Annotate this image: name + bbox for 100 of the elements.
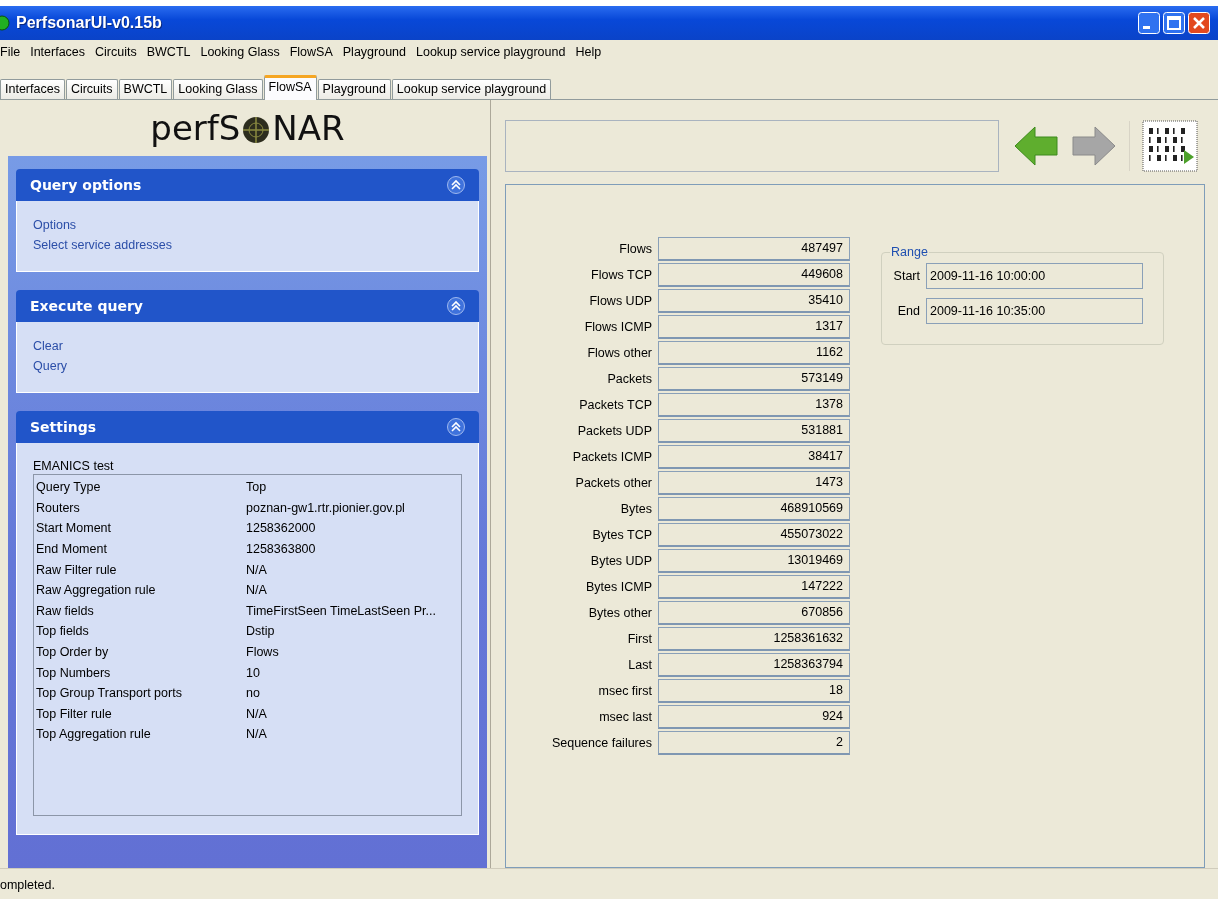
stat-label: msec last <box>598 710 652 724</box>
stat-label: Flows <box>618 242 652 256</box>
stat-value-field: 38417 <box>658 445 850 469</box>
menu-item[interactable]: BWCTL <box>146 45 199 59</box>
task-link[interactable]: Select service addresses <box>33 235 172 255</box>
binary-data-icon[interactable] <box>1142 120 1198 172</box>
stat-value-field: 1473 <box>658 471 850 495</box>
stat-label: Packets UDP <box>576 424 652 438</box>
property-value: N/A <box>246 562 268 577</box>
maximize-icon[interactable] <box>1163 12 1185 34</box>
stat-value-field: 1378 <box>658 393 850 417</box>
property-name: End Moment <box>36 542 108 557</box>
task-link[interactable]: Clear <box>33 336 63 356</box>
stat-value-field: 449608 <box>658 263 850 287</box>
range-label: Start <box>892 269 920 283</box>
perfsonar-logo: perfS NAR <box>150 108 345 148</box>
collapse-icon[interactable] <box>447 176 465 194</box>
stat-label: Flows UDP <box>588 294 652 308</box>
property-name: Top Aggregation rule <box>36 727 152 742</box>
stat-value-field: 924 <box>658 705 850 729</box>
section-header[interactable]: Execute query <box>16 290 479 322</box>
stat-value-field: 455073022 <box>658 523 850 547</box>
property-value: 1258362000 <box>246 521 317 536</box>
stat-value-field: 35410 <box>658 289 850 313</box>
property-name: Top Numbers <box>36 665 112 680</box>
range-label: End <box>896 304 920 318</box>
stat-label: Packets other <box>574 476 652 490</box>
property-name: Query Type <box>36 480 102 495</box>
close-icon[interactable] <box>1188 12 1210 34</box>
menu-item[interactable]: Circuits <box>95 45 145 59</box>
section-title: Query options <box>30 177 143 193</box>
stat-label: Packets TCP <box>578 398 652 412</box>
globe-icon <box>241 115 272 145</box>
menu-item[interactable]: File <box>0 45 29 59</box>
tab[interactable]: Looking Glass <box>173 79 263 99</box>
task-link[interactable]: Query <box>33 356 68 376</box>
property-value: N/A <box>246 706 268 721</box>
stat-value-field: 573149 <box>658 367 850 391</box>
collapse-icon[interactable] <box>447 297 465 315</box>
stat-label: Flows TCP <box>590 268 652 282</box>
stat-value-field: 1258361632 <box>658 627 850 651</box>
stat-label: Flows ICMP <box>583 320 652 334</box>
forward-arrow-icon[interactable] <box>1071 124 1117 168</box>
status-text: ompleted. <box>0 877 55 892</box>
property-value: TimeFirstSeen TimeLastSeen Pr... <box>246 603 437 618</box>
section-header[interactable]: Settings <box>16 411 479 443</box>
menu-item[interactable]: Looking Glass <box>200 45 288 59</box>
property-value: 10 <box>246 665 261 680</box>
task-link[interactable]: Options <box>33 215 77 235</box>
menu-item[interactable]: Interfaces <box>30 45 94 59</box>
tab[interactable]: Playground <box>317 79 391 99</box>
range-title: Range <box>890 245 929 259</box>
stat-value-field: 531881 <box>658 419 850 443</box>
menu-item[interactable]: FlowSA <box>289 45 341 59</box>
minimize-icon[interactable] <box>1138 12 1160 34</box>
stat-label: First <box>626 632 652 646</box>
stat-value-field: 147222 <box>658 575 850 599</box>
property-name: Top Filter rule <box>36 706 113 721</box>
property-value: N/A <box>246 583 268 598</box>
property-value: 1258363800 <box>246 542 317 557</box>
date-field[interactable]: 2009-11-16 10:00:00 <box>926 263 1143 289</box>
stat-value-field: 18 <box>658 679 850 703</box>
stat-value-field: 1258363794 <box>658 653 850 677</box>
property-name: Top fields <box>36 624 90 639</box>
tab[interactable]: Circuits <box>65 79 118 99</box>
tab[interactable]: BWCTL <box>118 79 173 99</box>
stat-value-field: 1162 <box>658 341 850 365</box>
stat-label: Bytes <box>619 502 652 516</box>
collapse-icon[interactable] <box>447 418 465 436</box>
stat-value-field: 2 <box>658 731 850 755</box>
date-field[interactable]: 2009-11-16 10:35:00 <box>926 298 1143 324</box>
back-arrow-icon[interactable] <box>1013 124 1059 168</box>
property-name: Top Order by <box>36 645 110 660</box>
section-header[interactable]: Query options <box>16 169 479 201</box>
tab[interactable]: Lookup service playground <box>391 79 552 99</box>
property-name: Raw Filter rule <box>36 562 118 577</box>
app-icon <box>0 15 10 31</box>
property-value: no <box>246 686 261 701</box>
settings-caption: EMANICS test <box>33 459 115 473</box>
stat-label: Bytes UDP <box>589 554 652 568</box>
property-name: Top Group Transport ports <box>36 686 183 701</box>
property-name: Routers <box>36 500 81 515</box>
stat-value-field: 670856 <box>658 601 850 625</box>
stat-label: Flows other <box>586 346 652 360</box>
section-title: Execute query <box>30 298 144 314</box>
stat-label: Sequence failures <box>550 736 652 750</box>
window-title: PerfsonarUI-v0.15b <box>16 14 162 32</box>
menu-item[interactable]: Lookup service playground <box>416 45 574 59</box>
property-value: Top <box>246 480 268 495</box>
stat-label: Bytes other <box>587 606 652 620</box>
tab[interactable]: Interfaces <box>0 79 65 99</box>
menu-item[interactable]: Help <box>575 45 610 59</box>
property-value: Flows <box>246 645 280 660</box>
tab[interactable]: FlowSA <box>263 75 317 100</box>
property-value: poznan-gw1.rtr.pionier.gov.pl <box>246 500 406 515</box>
stat-label: Bytes TCP <box>591 528 652 542</box>
stat-label: msec first <box>597 684 652 698</box>
menu-item[interactable]: Playground <box>342 45 414 59</box>
stat-value-field: 1317 <box>658 315 850 339</box>
section-title: Settings <box>30 419 98 435</box>
